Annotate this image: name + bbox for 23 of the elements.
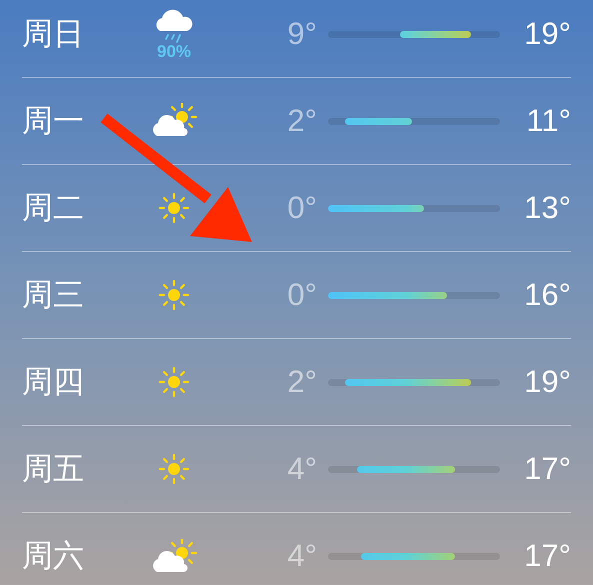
- low-temperature: 4°: [286, 450, 318, 488]
- day-label: 周一: [22, 102, 85, 140]
- low-temperature: 0°: [286, 188, 318, 227]
- day-label: 周日: [22, 14, 85, 53]
- day-label: 周三: [22, 276, 85, 314]
- high-temperature: 17°: [523, 537, 571, 576]
- low-temperature: 2°: [286, 102, 318, 140]
- low-temperature: 9°: [286, 14, 318, 53]
- day-label: 周二: [22, 188, 85, 227]
- temperature-range-fill: [400, 30, 471, 38]
- high-temperature: 11°: [525, 102, 571, 140]
- low-temperature: 0°: [286, 276, 318, 314]
- temperature-range-fill: [345, 118, 412, 124]
- precipitation-chance: 90%: [156, 42, 192, 60]
- day-label: 周五: [22, 450, 85, 488]
- day-label: 周六: [22, 537, 85, 576]
- low-temperature: 2°: [286, 362, 318, 401]
- high-temperature: 19°: [523, 362, 571, 401]
- high-temperature: 16°: [523, 276, 571, 314]
- high-temperature: 13°: [523, 188, 571, 227]
- high-temperature: 19°: [523, 14, 571, 53]
- high-temperature: 17°: [523, 450, 571, 488]
- day-label: 周四: [22, 362, 85, 401]
